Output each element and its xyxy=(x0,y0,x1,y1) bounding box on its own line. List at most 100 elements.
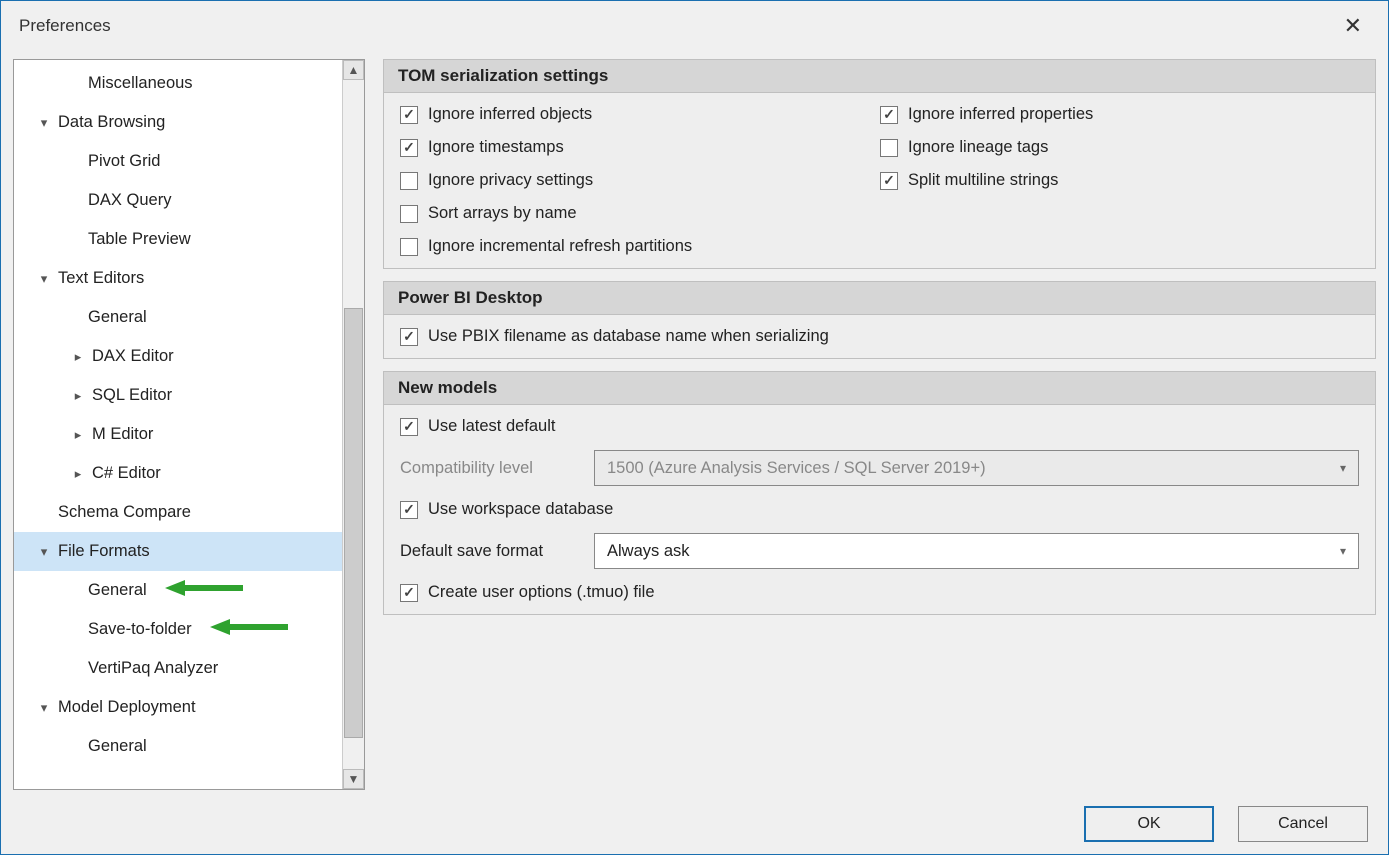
tree-node[interactable]: Schema Compare xyxy=(14,493,342,532)
tree-node[interactable]: General xyxy=(14,571,342,610)
row-tmuo[interactable]: Create user options (.tmuo) file xyxy=(400,583,1359,602)
tree-node-label: SQL Editor xyxy=(92,386,172,405)
tree-node[interactable]: ▸M Editor xyxy=(14,415,342,454)
checkbox[interactable] xyxy=(400,139,418,157)
preferences-dialog: Preferences ✕ Miscellaneous ▾ Data Browsin… xyxy=(0,0,1389,855)
tree-node-label: General xyxy=(88,308,147,327)
group-pbi: Power BI Desktop Use PBIX filename as da… xyxy=(383,281,1376,359)
tree-node[interactable]: Miscellaneous xyxy=(14,64,342,103)
tree-node-label: C# Editor xyxy=(92,464,161,483)
scroll-down-icon[interactable]: ▼ xyxy=(343,769,364,789)
expander-open-icon[interactable]: ▾ xyxy=(36,544,52,560)
label-use-latest: Use latest default xyxy=(428,417,556,436)
group-header-newmodels: New models xyxy=(384,372,1375,405)
tree-scrollbar[interactable]: ▲ ▼ xyxy=(342,60,364,789)
close-icon[interactable]: ✕ xyxy=(1336,9,1370,43)
tree-node-label: Table Preview xyxy=(88,230,191,249)
expander-open-icon[interactable]: ▾ xyxy=(36,700,52,716)
tree-node-label: Data Browsing xyxy=(58,113,165,132)
tree-node-label: File Formats xyxy=(58,542,150,561)
expander-closed-icon[interactable]: ▸ xyxy=(70,388,86,404)
ok-button[interactable]: OK xyxy=(1084,806,1214,842)
tom-option[interactable]: Ignore timestamps xyxy=(400,138,880,157)
tree-node-label: DAX Editor xyxy=(92,347,174,366)
expander-closed-icon[interactable]: ▸ xyxy=(70,466,86,482)
label-save-format: Default save format xyxy=(400,542,580,561)
tree-node[interactable]: ▸ DAX Editor xyxy=(14,337,342,376)
tree-node-label: DAX Query xyxy=(88,191,171,210)
tree-node[interactable]: ▸ SQL Editor xyxy=(14,376,342,415)
settings-panel: TOM serialization settings Ignore inferr… xyxy=(383,59,1376,790)
checkbox-use-latest[interactable] xyxy=(400,418,418,436)
checkbox-use-workspace[interactable] xyxy=(400,501,418,519)
checkbox-tmuo[interactable] xyxy=(400,584,418,602)
checkbox[interactable] xyxy=(400,106,418,124)
tom-option[interactable]: Ignore privacy settings xyxy=(400,171,880,190)
nav-tree-container: Miscellaneous ▾ Data Browsing Pivot Grid DAX… xyxy=(13,59,365,790)
checkbox[interactable] xyxy=(400,238,418,256)
checkbox[interactable] xyxy=(880,139,898,157)
tree-node[interactable]: VertiPaq Analyzer xyxy=(14,649,342,688)
combo-save-format[interactable]: Always ask ▾ xyxy=(594,533,1359,569)
annotation-arrow-icon xyxy=(210,618,290,641)
tree-node[interactable]: DAX Query xyxy=(14,181,342,220)
tree-node[interactable]: ▸ C# Editor xyxy=(14,454,342,493)
pbi-option-row[interactable]: Use PBIX filename as database name when … xyxy=(400,327,1359,346)
scroll-thumb[interactable] xyxy=(344,308,363,738)
checkbox[interactable] xyxy=(880,106,898,124)
option-label: Ignore lineage tags xyxy=(908,138,1048,157)
option-label: Split multiline strings xyxy=(908,171,1058,190)
row-use-workspace[interactable]: Use workspace database xyxy=(400,500,1359,519)
scroll-track[interactable] xyxy=(343,80,364,769)
expander-open-icon[interactable]: ▾ xyxy=(36,271,52,287)
tom-option[interactable]: Ignore inferred objects xyxy=(400,105,880,124)
tree-node-label: Save-to-folder xyxy=(88,620,192,639)
tree-node-label: General xyxy=(88,737,147,756)
option-label: Ignore inferred properties xyxy=(908,105,1093,124)
titlebar: Preferences ✕ xyxy=(1,1,1388,51)
checkbox[interactable] xyxy=(400,205,418,223)
label-tmuo: Create user options (.tmuo) file xyxy=(428,583,655,602)
group-header-pbi: Power BI Desktop xyxy=(384,282,1375,315)
tree-node[interactable]: ▾ File Formats xyxy=(14,532,342,571)
tree-node[interactable]: General xyxy=(14,298,342,337)
tree-node-label: General xyxy=(88,581,147,600)
tree-node[interactable]: Pivot Grid xyxy=(14,142,342,181)
tom-option[interactable]: Split multiline strings xyxy=(880,171,1359,190)
empty xyxy=(880,204,1359,223)
tree-node[interactable]: Save-to-folder xyxy=(14,610,342,649)
tree-node[interactable]: General xyxy=(14,727,342,766)
expander-closed-icon[interactable]: ▸ xyxy=(70,427,86,443)
tree-node[interactable]: Table Preview xyxy=(14,220,342,259)
tom-option[interactable]: Ignore lineage tags xyxy=(880,138,1359,157)
option-label: Sort arrays by name xyxy=(428,204,577,223)
tom-option[interactable]: Ignore incremental refresh partitions xyxy=(400,237,880,256)
scroll-up-icon[interactable]: ▲ xyxy=(343,60,364,80)
checkbox[interactable] xyxy=(400,172,418,190)
tree-node[interactable]: ▾ Data Browsing xyxy=(14,103,342,142)
window-title: Preferences xyxy=(19,16,111,36)
chevron-down-icon[interactable]: ▾ xyxy=(1340,544,1346,558)
checkbox-pbix-filename[interactable] xyxy=(400,328,418,346)
cancel-button[interactable]: Cancel xyxy=(1238,806,1368,842)
nav-tree[interactable]: Miscellaneous ▾ Data Browsing Pivot Grid DAX… xyxy=(14,60,342,789)
chevron-down-icon: ▾ xyxy=(1340,461,1346,475)
option-label: Ignore incremental refresh partitions xyxy=(428,237,692,256)
tree-node-label: Miscellaneous xyxy=(88,74,193,93)
expander-closed-icon[interactable]: ▸ xyxy=(70,349,86,365)
tom-option[interactable]: Ignore inferred properties xyxy=(880,105,1359,124)
checkbox[interactable] xyxy=(880,172,898,190)
tree-node[interactable]: ▾ Model Deployment xyxy=(14,688,342,727)
tree-node-label: Schema Compare xyxy=(58,503,191,522)
option-label: Ignore timestamps xyxy=(428,138,564,157)
expander-open-icon[interactable]: ▾ xyxy=(36,115,52,131)
tree-node-label: Model Deployment xyxy=(58,698,196,717)
label-pbix-filename: Use PBIX filename as database name when … xyxy=(428,327,829,346)
row-use-latest[interactable]: Use latest default xyxy=(400,417,1359,436)
tom-option[interactable]: Sort arrays by name xyxy=(400,204,880,223)
empty xyxy=(880,237,1359,256)
combo-compat-value: 1500 (Azure Analysis Services / SQL Serv… xyxy=(607,459,986,478)
tree-node-label: Pivot Grid xyxy=(88,152,160,171)
row-save-format: Default save format Always ask ▾ xyxy=(400,533,1359,569)
tree-node[interactable]: ▾Text Editors xyxy=(14,259,342,298)
